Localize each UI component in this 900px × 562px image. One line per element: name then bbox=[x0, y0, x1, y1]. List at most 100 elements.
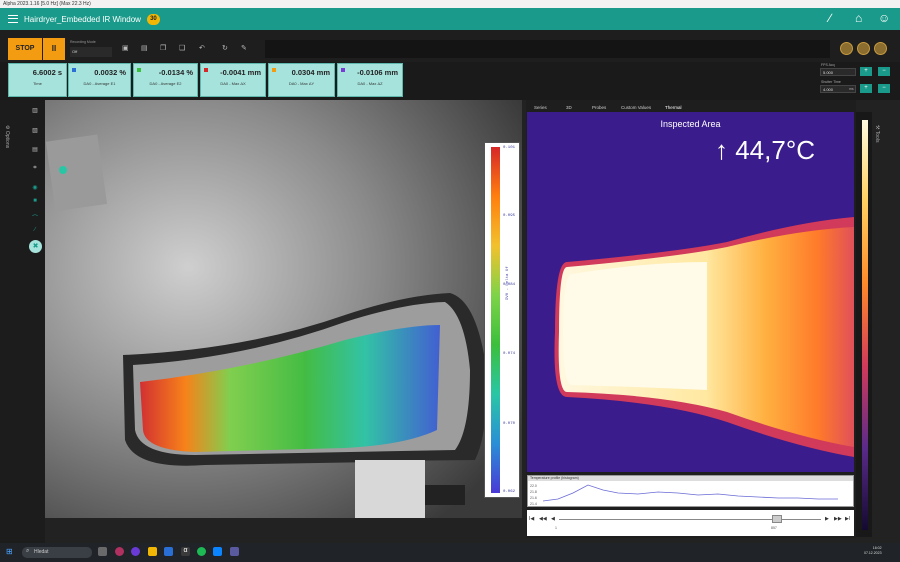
taskbar-app-icon[interactable] bbox=[115, 547, 124, 556]
stat-label: Time bbox=[33, 81, 42, 86]
user-icon[interactable]: ☺ bbox=[878, 11, 890, 25]
square-icon[interactable]: ■ bbox=[29, 198, 41, 208]
camera-view[interactable] bbox=[45, 100, 522, 518]
graph-plot: 22.0 21.8 21.6 21.4 bbox=[530, 484, 838, 506]
recording-mode-select[interactable]: Off bbox=[70, 47, 112, 57]
curve-icon[interactable]: ⌒ bbox=[29, 213, 41, 223]
grid-icon[interactable]: ⌗ bbox=[29, 165, 41, 175]
recording-mode-label: Recording Mode bbox=[70, 40, 96, 44]
dvc-tick: 0.062 bbox=[503, 490, 516, 494]
stat-label: DA0 - Average E2 bbox=[149, 81, 182, 86]
stat-label: DA0 - Max ΔX bbox=[220, 81, 246, 86]
tools-label[interactable]: ⚒ Tools bbox=[874, 125, 880, 142]
line-icon[interactable]: ∕ bbox=[29, 227, 41, 237]
refresh-icon[interactable]: ↻ bbox=[222, 44, 228, 52]
gold-icon-2[interactable] bbox=[857, 42, 870, 55]
y-tick: 21.8 bbox=[530, 490, 537, 494]
dvc-tick: 0.070 bbox=[503, 422, 516, 426]
tab-series[interactable]: Series bbox=[530, 103, 551, 112]
fps-input[interactable]: 5.000 bbox=[820, 68, 856, 76]
stat-value: 0.0304 mm bbox=[291, 68, 330, 77]
prev-frame-button[interactable]: ◀ bbox=[551, 516, 555, 522]
y-tick: 21.6 bbox=[530, 496, 537, 500]
dvc-tick: 0.074 bbox=[503, 352, 516, 356]
series-color-swatch bbox=[137, 68, 141, 72]
pause-button[interactable]: II bbox=[43, 38, 65, 60]
dvc-legend-title: DV0 - Delta Xf bbox=[506, 266, 510, 300]
stat-card-max-dy: 0.0304 mm DA0 - Max ΔY bbox=[268, 63, 335, 97]
tab-3d[interactable]: 3D bbox=[562, 103, 576, 112]
gold-icon-3[interactable] bbox=[874, 42, 887, 55]
dvc-colorbar bbox=[491, 147, 500, 493]
app-bar: Hairdryer_Embedded IR Window 30 bbox=[0, 8, 900, 30]
shutter-label: Shutter Time bbox=[821, 80, 841, 84]
stat-card-e1: 0.0032 % DA0 - Average E1 bbox=[68, 63, 131, 97]
stat-card-time: 6.6002 s Time bbox=[8, 63, 67, 97]
taskbar-app-icon[interactable] bbox=[230, 547, 239, 556]
stat-value: -0.0134 % bbox=[158, 68, 193, 77]
timeline-handle[interactable] bbox=[772, 515, 782, 523]
dvc-tick: 0.101 bbox=[503, 146, 516, 150]
ruler-icon[interactable]: ∕ bbox=[829, 11, 831, 25]
taskbar-app-icon[interactable] bbox=[213, 547, 222, 556]
copy-icon[interactable]: ❐ bbox=[160, 44, 166, 52]
taskbar-app-icon[interactable] bbox=[197, 547, 206, 556]
stat-value: -0.0041 mm bbox=[220, 68, 261, 77]
rewind-button[interactable]: ◀◀ bbox=[539, 516, 547, 522]
series-color-swatch bbox=[272, 68, 276, 72]
stat-value: 6.6002 s bbox=[32, 68, 62, 77]
stat-card-max-dz: -0.0106 mm DA0 - Max ΔZ bbox=[337, 63, 403, 97]
max-temperature: ↑ 44,7°C bbox=[715, 135, 816, 165]
y-tick: 21.4 bbox=[530, 502, 537, 506]
image-icon[interactable]: ▧ bbox=[29, 127, 41, 137]
taskbar-app-icon[interactable] bbox=[131, 547, 140, 556]
shutter-unit: ms bbox=[849, 87, 854, 91]
menu-icon[interactable] bbox=[8, 15, 18, 23]
stat-value: -0.0106 mm bbox=[357, 68, 398, 77]
windows-start-icon[interactable]: ⊞ bbox=[6, 547, 15, 556]
options-label[interactable]: ⚙ Options bbox=[4, 125, 10, 148]
last-frame-button[interactable]: ▶I bbox=[845, 516, 850, 522]
thermal-image[interactable] bbox=[527, 112, 854, 472]
gold-icon-1[interactable] bbox=[840, 42, 853, 55]
y-tick: 22.0 bbox=[530, 484, 537, 488]
stat-value: 0.0032 % bbox=[94, 68, 126, 77]
series-color-swatch bbox=[72, 68, 76, 72]
taskbar-app-icon[interactable] bbox=[98, 547, 107, 556]
taskbar-search[interactable]: Hledat bbox=[22, 547, 92, 558]
stat-label: DA0 - Average E1 bbox=[83, 81, 116, 86]
search-icon: ⌕ bbox=[26, 548, 30, 554]
panel-icon[interactable]: ▥ bbox=[29, 107, 41, 117]
undo-icon[interactable]: ↶ bbox=[199, 44, 205, 52]
save-as-icon[interactable]: ▤ bbox=[141, 44, 148, 52]
shutter-plus-button[interactable]: + bbox=[860, 84, 872, 93]
save-icon[interactable]: ▣ bbox=[122, 44, 129, 52]
crosshair-icon[interactable]: ✖ bbox=[29, 240, 42, 253]
next-frame-button[interactable]: ▶ bbox=[825, 516, 829, 522]
target-icon[interactable]: ◉ bbox=[29, 184, 41, 194]
system-tray-clock[interactable]: 16:02 07.12.2023 bbox=[864, 546, 882, 556]
document-icon[interactable]: ▤ bbox=[29, 146, 41, 156]
thermal-heading: Inspected Area bbox=[660, 119, 721, 129]
series-color-swatch bbox=[204, 68, 208, 72]
stop-button[interactable]: STOP bbox=[8, 38, 42, 60]
temperature-graph: Temperature profile (histogram) 22.0 21.… bbox=[527, 475, 854, 507]
stat-card-max-dx: -0.0041 mm DA0 - Max ΔX bbox=[200, 63, 266, 97]
taskbar-app-icon[interactable] bbox=[148, 547, 157, 556]
home-icon[interactable]: ⌂ bbox=[855, 11, 862, 25]
stat-label: DA0 - Max ΔZ bbox=[357, 81, 383, 86]
fps-plus-button[interactable]: + bbox=[860, 67, 872, 76]
fps-minus-button[interactable]: − bbox=[878, 67, 890, 76]
tab-custom-values[interactable]: Custom Values bbox=[617, 103, 655, 112]
tab-probes[interactable]: Probes bbox=[588, 103, 610, 112]
stat-card-e2: -0.0134 % DA0 - Average E2 bbox=[133, 63, 198, 97]
series-color-swatch bbox=[341, 68, 345, 72]
shutter-minus-button[interactable]: − bbox=[878, 84, 890, 93]
taskbar-app-icon[interactable]: α bbox=[181, 547, 190, 556]
options-sidebar[interactable] bbox=[0, 100, 25, 543]
forward-button[interactable]: ▶▶ bbox=[834, 516, 842, 522]
taskbar-app-icon[interactable] bbox=[164, 547, 173, 556]
edit-icon[interactable]: ✎ bbox=[241, 44, 247, 52]
paste-icon[interactable]: ❑ bbox=[179, 44, 185, 52]
first-frame-button[interactable]: I◀ bbox=[529, 516, 534, 522]
